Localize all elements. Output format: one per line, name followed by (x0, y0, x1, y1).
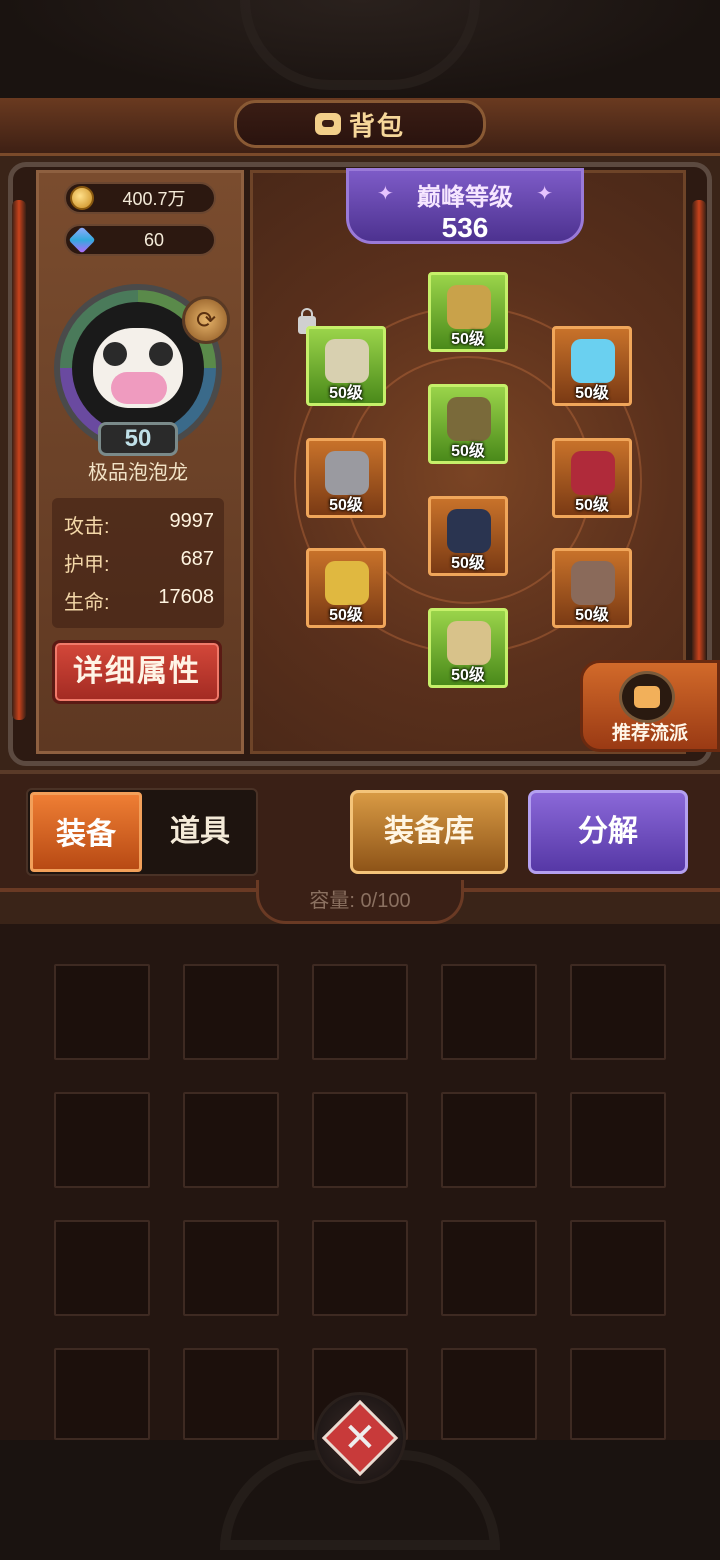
recommend-label: 推荐流派 (611, 723, 688, 744)
peak-level-banner: ✦ ✦ 巅峰等级 536 (346, 168, 584, 244)
close-icon: ✕ (321, 1399, 399, 1477)
swap-pet-button[interactable]: ⟳ (182, 296, 230, 344)
inventory-slot[interactable] (570, 1092, 666, 1188)
inventory-slot[interactable] (54, 1092, 150, 1188)
close-button[interactable]: ✕ (314, 1392, 406, 1484)
equip-slot-chest[interactable]: 50级 (428, 384, 508, 464)
inventory-slot[interactable] (570, 1348, 666, 1440)
slot-level: 50级 (575, 385, 609, 402)
slot-level: 50级 (329, 607, 363, 624)
recommend-build-button[interactable]: 推荐流派 (580, 660, 720, 752)
inventory-slot[interactable] (54, 1220, 150, 1316)
pet-name: 极品泡泡龙 (88, 462, 188, 484)
gem-amount: 60 (143, 229, 165, 250)
chest-armor-icon (447, 397, 491, 441)
slot-level: 50级 (451, 331, 485, 348)
peak-level-value: 536 (441, 212, 489, 243)
stat-value: 17608 (158, 586, 214, 608)
equip-slot-quiver[interactable]: 50级 (552, 548, 632, 628)
inventory-slot[interactable] (570, 1220, 666, 1316)
quiver-icon (571, 561, 615, 605)
tab-equipment[interactable]: 装备 (30, 792, 142, 872)
left-rail (12, 200, 26, 720)
inventory-slot[interactable] (183, 964, 279, 1060)
refresh-icon: ⟳ (195, 306, 217, 334)
antler-helmet-icon (447, 285, 491, 329)
equip-slot-boots[interactable]: 50级 (428, 608, 508, 688)
inventory-slot[interactable] (441, 1092, 537, 1188)
top-ornament (240, 0, 480, 90)
pet-level-badge: 50 (98, 422, 178, 456)
detail-attributes-button[interactable]: 详细属性 (52, 640, 222, 704)
stat-label: 护甲: (64, 554, 110, 576)
inventory-slot[interactable] (441, 1220, 537, 1316)
star-icon: ✦ (536, 183, 553, 205)
shoulder-armor-icon (325, 339, 369, 383)
stat-health: 生命: 17608 (64, 586, 214, 616)
inventory-slot[interactable] (570, 964, 666, 1060)
equip-slot-gloves[interactable]: 50级 (306, 438, 386, 518)
inventory-slot[interactable] (183, 1348, 279, 1440)
slot-level: 50级 (451, 667, 485, 684)
stat-label: 攻击: (64, 516, 110, 538)
gauntlet-icon (325, 451, 369, 495)
right-rail (692, 200, 706, 670)
inventory-slot[interactable] (183, 1092, 279, 1188)
equip-slot-weapon[interactable]: 50级 (306, 548, 386, 628)
necklace-icon (571, 339, 615, 383)
equip-slot-shoulder[interactable]: 50级 (306, 326, 386, 406)
coin-icon (70, 186, 94, 210)
gem-icon (68, 226, 96, 254)
equipment-library-button[interactable]: 装备库 (350, 790, 508, 874)
decompose-button[interactable]: 分解 (528, 790, 688, 874)
equip-slot-helmet[interactable]: 50级 (428, 272, 508, 352)
gold-amount: 400.7万 (122, 189, 186, 209)
stat-label: 生命: (64, 592, 110, 614)
inventory-slot[interactable] (441, 1348, 537, 1440)
tab-items[interactable]: 道具 (144, 792, 256, 872)
inventory-slot[interactable] (441, 964, 537, 1060)
cow-pet-icon (93, 328, 183, 408)
equip-slot-ring[interactable]: 50级 (552, 438, 632, 518)
gem-display: 60 (64, 224, 216, 256)
stat-value: 687 (180, 548, 214, 570)
bag-icon (314, 113, 341, 135)
equip-slot-legs[interactable]: 50级 (428, 496, 508, 576)
equip-slot-necklace[interactable]: 50级 (552, 326, 632, 406)
ring-icon (571, 451, 615, 495)
gold-display: 400.7万 (64, 182, 216, 214)
capacity-label: 容量: 0/100 (256, 880, 464, 924)
thumbs-up-icon (619, 671, 675, 723)
stat-armor: 护甲: 687 (64, 548, 214, 578)
star-icon: ✦ (377, 183, 394, 205)
inventory-slot[interactable] (54, 964, 150, 1060)
pants-icon (447, 509, 491, 553)
slot-level: 50级 (575, 607, 609, 624)
bow-icon (325, 561, 369, 605)
top-background (0, 0, 720, 100)
slot-level: 50级 (575, 497, 609, 514)
slot-level: 50级 (451, 555, 485, 572)
boots-icon (447, 621, 491, 665)
inventory-slot[interactable] (54, 1348, 150, 1440)
inventory-slot[interactable] (183, 1220, 279, 1316)
slot-level: 50级 (329, 385, 363, 402)
inventory-slot[interactable] (312, 964, 408, 1060)
inventory-slot[interactable] (312, 1092, 408, 1188)
title-plate: 背包 (234, 100, 486, 148)
inventory-grid (0, 924, 720, 1440)
stat-attack: 攻击: 9997 (64, 510, 214, 540)
stat-value: 9997 (169, 510, 215, 532)
page-title: 背包 (348, 110, 405, 141)
inventory-slot[interactable] (312, 1220, 408, 1316)
slot-level: 50级 (451, 443, 485, 460)
slot-level: 50级 (329, 497, 363, 514)
